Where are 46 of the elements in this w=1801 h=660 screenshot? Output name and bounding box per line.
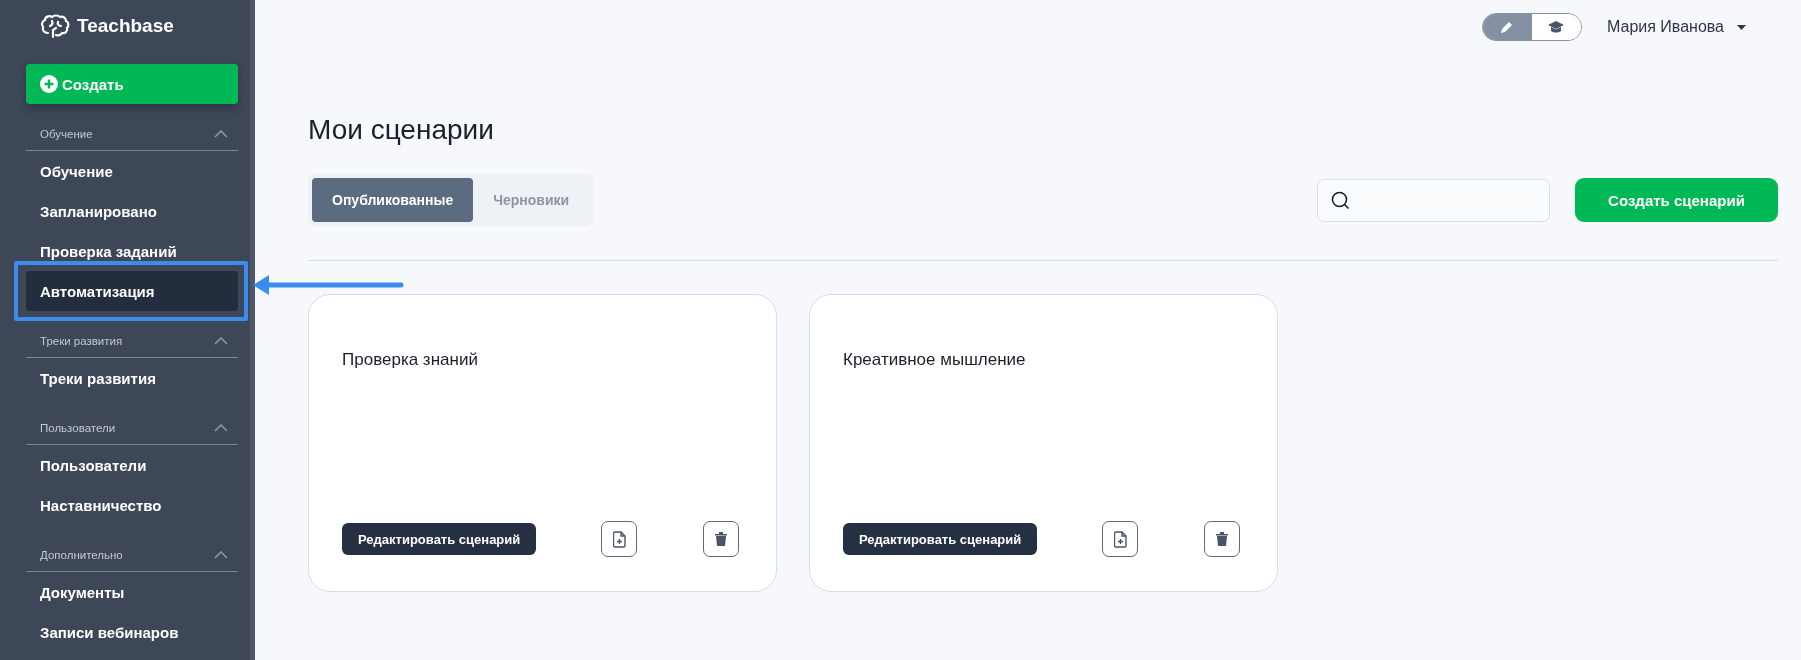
sidebar-item[interactable]: Треки развития	[26, 358, 238, 398]
file-plus-icon	[612, 530, 626, 548]
pencil-icon	[1500, 20, 1515, 34]
search-field[interactable]	[1317, 178, 1550, 222]
section-title: Треки развития	[40, 335, 123, 347]
section-title: Пользователи	[40, 422, 116, 434]
tab[interactable]: Опубликованные	[312, 178, 474, 222]
card-title: Проверка знаний	[342, 350, 479, 370]
logo-text: Teachbase	[77, 15, 174, 37]
search-icon	[1331, 190, 1350, 210]
chevron-up-icon[interactable]	[214, 424, 228, 432]
mode-toggle-button[interactable]	[1531, 14, 1581, 40]
delete-button[interactable]	[703, 521, 740, 557]
sidebar-item[interactable]: Наставничество	[26, 485, 238, 525]
section-header[interactable]: Треки развития	[26, 311, 238, 358]
plus-circle-icon	[40, 75, 58, 93]
caret-down-icon	[1737, 24, 1746, 30]
section-header[interactable]: Пользователи	[26, 398, 238, 445]
sidebar-item[interactable]: Запланировано	[26, 191, 238, 231]
card-title: Креативное мышление	[843, 350, 1027, 370]
sidebar-item[interactable]: Пользователи	[26, 445, 238, 485]
copy-button[interactable]	[1102, 521, 1139, 557]
section-header[interactable]: Обучение	[26, 104, 238, 151]
section-title: Обучение	[40, 128, 93, 140]
mode-toggle-button[interactable]	[1482, 14, 1532, 40]
section-header[interactable]: Дополнительно	[26, 525, 238, 572]
edit-scenario-button[interactable]: Редактировать сценарий	[843, 523, 1038, 555]
user-name[interactable]: Мария Иванова	[1606, 18, 1724, 36]
sidebar-item[interactable]: Документы	[26, 572, 238, 612]
chevron-up-icon[interactable]	[214, 337, 228, 345]
brain-logo-icon	[40, 13, 70, 39]
graduation-cap-icon	[1547, 20, 1566, 34]
sidebar-item[interactable]: Обучение	[26, 151, 238, 191]
chevron-up-icon[interactable]	[214, 130, 228, 138]
edit-scenario-button[interactable]: Редактировать сценарий	[342, 523, 537, 555]
file-plus-icon	[1113, 530, 1127, 548]
page-title: Мои сценарии	[308, 113, 495, 147]
delete-button[interactable]	[1204, 521, 1241, 557]
copy-button[interactable]	[601, 521, 638, 557]
section-title: Дополнительно	[40, 549, 123, 561]
trash-icon	[1215, 531, 1230, 547]
sidebar-item[interactable]: Записи вебинаров	[26, 612, 238, 652]
sidebar-item[interactable]: Автоматизация	[26, 271, 238, 311]
chevron-up-icon[interactable]	[214, 551, 228, 559]
trash-icon	[714, 531, 729, 547]
sidebar-item[interactable]: Проверка заданий	[26, 231, 238, 271]
